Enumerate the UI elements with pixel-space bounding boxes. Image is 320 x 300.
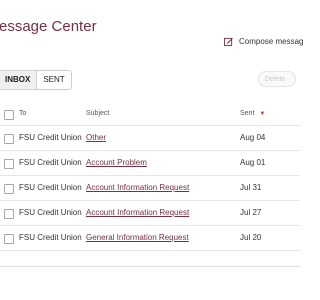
row-subject-link[interactable]: Account Problem <box>86 158 147 167</box>
table-header: To Subject Sent ▼ <box>0 102 300 126</box>
header-to[interactable]: To <box>19 110 26 117</box>
row-sent-date: Jul 20 <box>240 233 262 242</box>
row-subject-link[interactable]: Account Information Request <box>86 208 189 217</box>
tab-sent[interactable]: SENT <box>36 71 71 89</box>
table-row[interactable]: FSU Credit Union Account Information Req… <box>0 201 300 226</box>
row-subject-link[interactable]: Other <box>86 133 106 142</box>
header-sent[interactable]: Sent ▼ <box>240 110 265 117</box>
row-checkbox[interactable] <box>4 134 14 144</box>
page-title: essage Center <box>0 18 97 35</box>
delete-button[interactable]: Delete <box>258 71 296 87</box>
row-checkbox[interactable] <box>4 184 14 194</box>
row-subject-link[interactable]: General Information Request <box>86 233 189 242</box>
divider <box>0 266 300 267</box>
table-row[interactable]: FSU Credit Union Other Aug 04 <box>0 126 300 151</box>
row-sent-date: Aug 01 <box>240 158 266 167</box>
row-sent-date: Jul 31 <box>240 183 262 192</box>
table-row[interactable]: FSU Credit Union General Information Req… <box>0 226 300 251</box>
pencil-square-icon <box>224 37 233 46</box>
header-sent-label: Sent <box>240 110 255 117</box>
select-all-checkbox[interactable] <box>4 110 14 120</box>
tab-inbox[interactable]: INBOX <box>0 71 37 89</box>
table-row[interactable]: FSU Credit Union Account Information Req… <box>0 176 300 201</box>
row-checkbox[interactable] <box>4 159 14 169</box>
row-to: FSU Credit Union <box>19 133 82 142</box>
compose-label: Compose messag <box>239 37 304 46</box>
row-to: FSU Credit Union <box>19 233 82 242</box>
row-to: FSU Credit Union <box>19 183 82 192</box>
row-to: FSU Credit Union <box>19 208 82 217</box>
table-row[interactable]: FSU Credit Union Account Problem Aug 01 <box>0 151 300 176</box>
mailbox-tabs: INBOX SENT <box>0 70 72 90</box>
message-table: To Subject Sent ▼ FSU Credit Union Other … <box>0 102 300 251</box>
row-checkbox[interactable] <box>4 209 14 219</box>
compose-message-link[interactable]: Compose messag <box>224 37 303 46</box>
row-subject-link[interactable]: Account Information Request <box>86 183 189 192</box>
row-sent-date: Aug 04 <box>240 133 266 142</box>
row-checkbox[interactable] <box>4 234 14 244</box>
sort-desc-icon: ▼ <box>259 111 266 117</box>
row-sent-date: Jul 27 <box>240 208 262 217</box>
row-to: FSU Credit Union <box>19 158 82 167</box>
header-subject[interactable]: Subject <box>86 110 109 117</box>
